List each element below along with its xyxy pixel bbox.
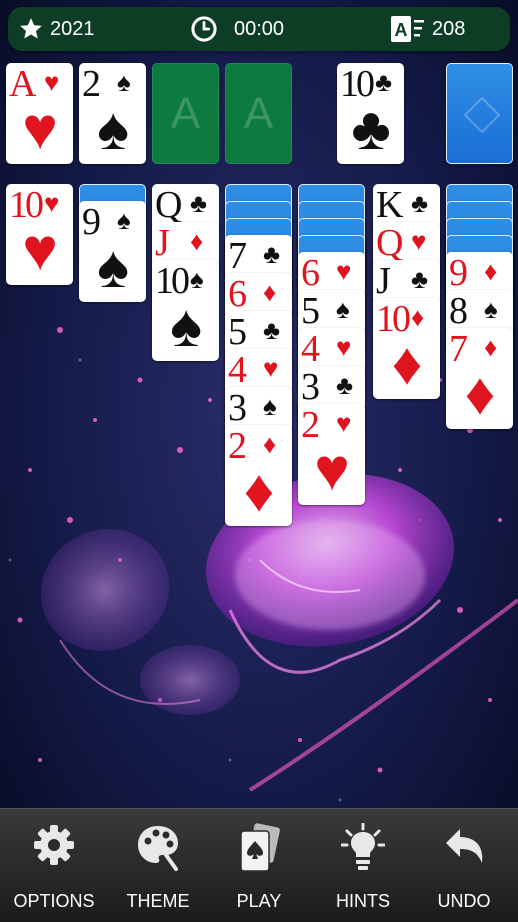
card-suit-large: ♥ — [22, 95, 58, 162]
card-suit-small: ♦ — [484, 256, 498, 286]
card-suit-small: ♣ — [263, 239, 281, 269]
cards-icon — [240, 823, 280, 872]
card-suit-small: ♥ — [336, 408, 352, 438]
card-suit-large: ♥ — [314, 436, 350, 503]
card-suit-small: ♠ — [117, 67, 131, 97]
undo-label: UNDO — [437, 891, 491, 911]
card-suit-small: ♦ — [411, 302, 425, 332]
hints-label: HINTS — [336, 891, 390, 911]
card-suit-large: ♦ — [464, 360, 496, 427]
card-suit-small: ♠ — [484, 294, 498, 324]
card-suit-large: ♦ — [391, 330, 423, 397]
foundation-pile[interactable]: A ♥ ♥ — [6, 63, 73, 164]
card-suit-small: ♣ — [375, 67, 393, 97]
card-suit-small: ♠ — [336, 294, 350, 324]
card-suit-small: ♥ — [263, 353, 279, 383]
card-suit-small: ♣ — [411, 264, 429, 294]
slot-placeholder-label: A — [243, 89, 274, 138]
clock-icon — [191, 16, 217, 42]
options-label: OPTIONS — [13, 891, 95, 911]
tableau-card[interactable]: 10 ♠ ♠ — [152, 260, 219, 361]
timer-value: 00:00 — [234, 17, 285, 40]
bottom-toolbar: OPTIONS THEME PLAY HINTS UNDO — [0, 808, 518, 922]
lightbulb-icon — [341, 823, 385, 870]
card-suit-small: ♠ — [117, 205, 131, 235]
card-suit-large: ♠ — [170, 292, 202, 359]
moves-icon: A — [391, 16, 424, 42]
score-value: 2021 — [50, 17, 95, 40]
card-suit-small: ♣ — [190, 188, 208, 218]
stock-pile[interactable] — [446, 63, 513, 164]
score-display: 2021 — [18, 7, 95, 51]
card-suit-small: ♦ — [190, 226, 204, 256]
card-suit-small: ♥ — [336, 332, 352, 362]
tableau-card[interactable]: 2 ♦ ♦ — [225, 425, 292, 526]
foundation-pile[interactable]: 2 ♠ ♠ — [79, 63, 146, 164]
theme-button[interactable]: THEME — [106, 809, 210, 922]
card-suit-small: ♣ — [336, 370, 354, 400]
slot-placeholder-label: A — [170, 89, 201, 138]
tableau-card[interactable]: 10 ♦ ♦ — [373, 298, 440, 399]
card-suit-small: ♥ — [44, 188, 60, 218]
card-suit-large: ♠ — [97, 233, 129, 300]
card-back-pattern — [463, 96, 501, 134]
gear-icon — [34, 825, 74, 865]
timer-display: 00:00 — [190, 7, 284, 51]
card-suit-small: ♦ — [263, 277, 277, 307]
options-button[interactable]: OPTIONS — [2, 809, 106, 922]
star-icon — [20, 18, 42, 39]
card-suit-small: ♣ — [263, 315, 281, 345]
moves-display: A 208 — [390, 7, 465, 51]
card-suit-large: ♠ — [97, 95, 129, 162]
undo-button[interactable]: UNDO — [412, 809, 516, 922]
tableau-card[interactable]: 9 ♠ ♠ — [79, 201, 146, 302]
waste-pile[interactable]: 10 ♣ ♣ — [337, 63, 404, 164]
card-suit-small: ♥ — [411, 226, 427, 256]
card-suit-small: ♥ — [44, 67, 60, 97]
card-suit-small: ♦ — [484, 332, 498, 362]
svg-text:A: A — [395, 20, 408, 40]
card-suit-small: ♥ — [336, 256, 352, 286]
tableau-card[interactable]: 10 ♥ ♥ — [6, 184, 73, 285]
tableau-card[interactable]: 2 ♥ ♥ — [298, 404, 365, 505]
status-bar: 2021 00:00 A 208 — [8, 7, 510, 51]
play-label: PLAY — [236, 891, 282, 911]
tableau-card[interactable]: 7 ♦ ♦ — [446, 328, 513, 429]
card-suit-large: ♦ — [243, 457, 275, 524]
foundation-empty-slot[interactable]: A — [152, 63, 219, 164]
card-suit-large: ♣ — [351, 95, 391, 162]
card-suit-small: ♦ — [263, 429, 277, 459]
play-button[interactable]: PLAY — [207, 809, 311, 922]
theme-label: THEME — [126, 891, 190, 911]
foundation-empty-slot[interactable]: A — [225, 63, 292, 164]
moves-value: 208 — [432, 17, 466, 40]
card-suit-small: ♠ — [263, 391, 277, 421]
card-suit-small: ♣ — [411, 188, 429, 218]
palette-icon — [138, 826, 178, 871]
card-suit-large: ♥ — [22, 216, 58, 283]
hints-button[interactable]: HINTS — [311, 809, 415, 922]
card-suit-small: ♠ — [190, 264, 204, 294]
undo-arrow-icon — [446, 829, 483, 863]
